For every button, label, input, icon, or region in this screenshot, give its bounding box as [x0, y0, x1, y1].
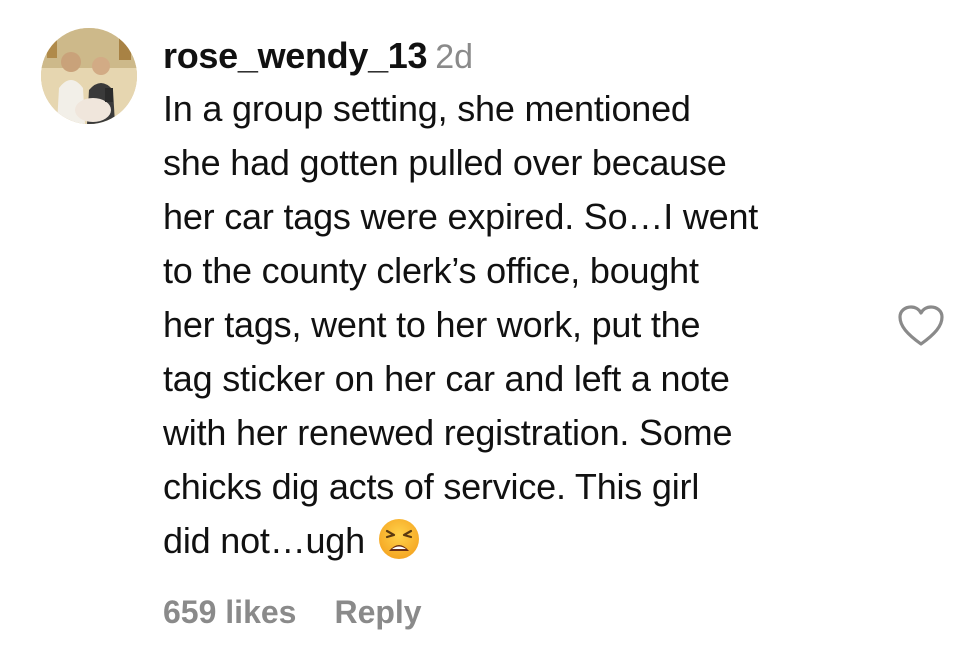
username[interactable]: rose_wendy_13 — [163, 35, 428, 76]
comment-text-line: her car tags were expired. So…I went — [163, 196, 759, 237]
comment-text-line: tag sticker on her car and left a note — [163, 358, 730, 399]
comment-text-line: she had gotten pulled over because — [163, 142, 727, 183]
comment-body: rose_wendy_13 2d In a group setting, she … — [163, 30, 883, 568]
comment: rose_wendy_13 2d In a group setting, she … — [0, 0, 980, 664]
comment-text-line: with her renewed registration. Some — [163, 412, 733, 453]
reply-button[interactable]: Reply — [334, 594, 421, 630]
avatar[interactable] — [41, 28, 137, 124]
likes-count[interactable]: 659 likes — [163, 594, 296, 630]
comment-text-last: did not…ugh — [163, 520, 365, 561]
comment-header: rose_wendy_13 2d — [163, 30, 883, 82]
weary-face-emoji-icon — [378, 519, 419, 559]
comment-text-line: her tags, went to her work, put the — [163, 304, 701, 345]
timestamp: 2d — [435, 38, 474, 76]
comment-text-line: chicks dig acts of service. This girl — [163, 466, 700, 507]
comment-text-line-last: did not…ugh — [163, 514, 883, 568]
comment-text-line: to the county clerk’s office, bought — [163, 250, 699, 291]
comment-actions: 659 likes Reply — [163, 588, 422, 636]
comment-text-line: In a group setting, she mentioned — [163, 88, 691, 129]
like-heart-icon[interactable] — [897, 304, 945, 348]
avatar-photo-icon — [41, 28, 137, 124]
